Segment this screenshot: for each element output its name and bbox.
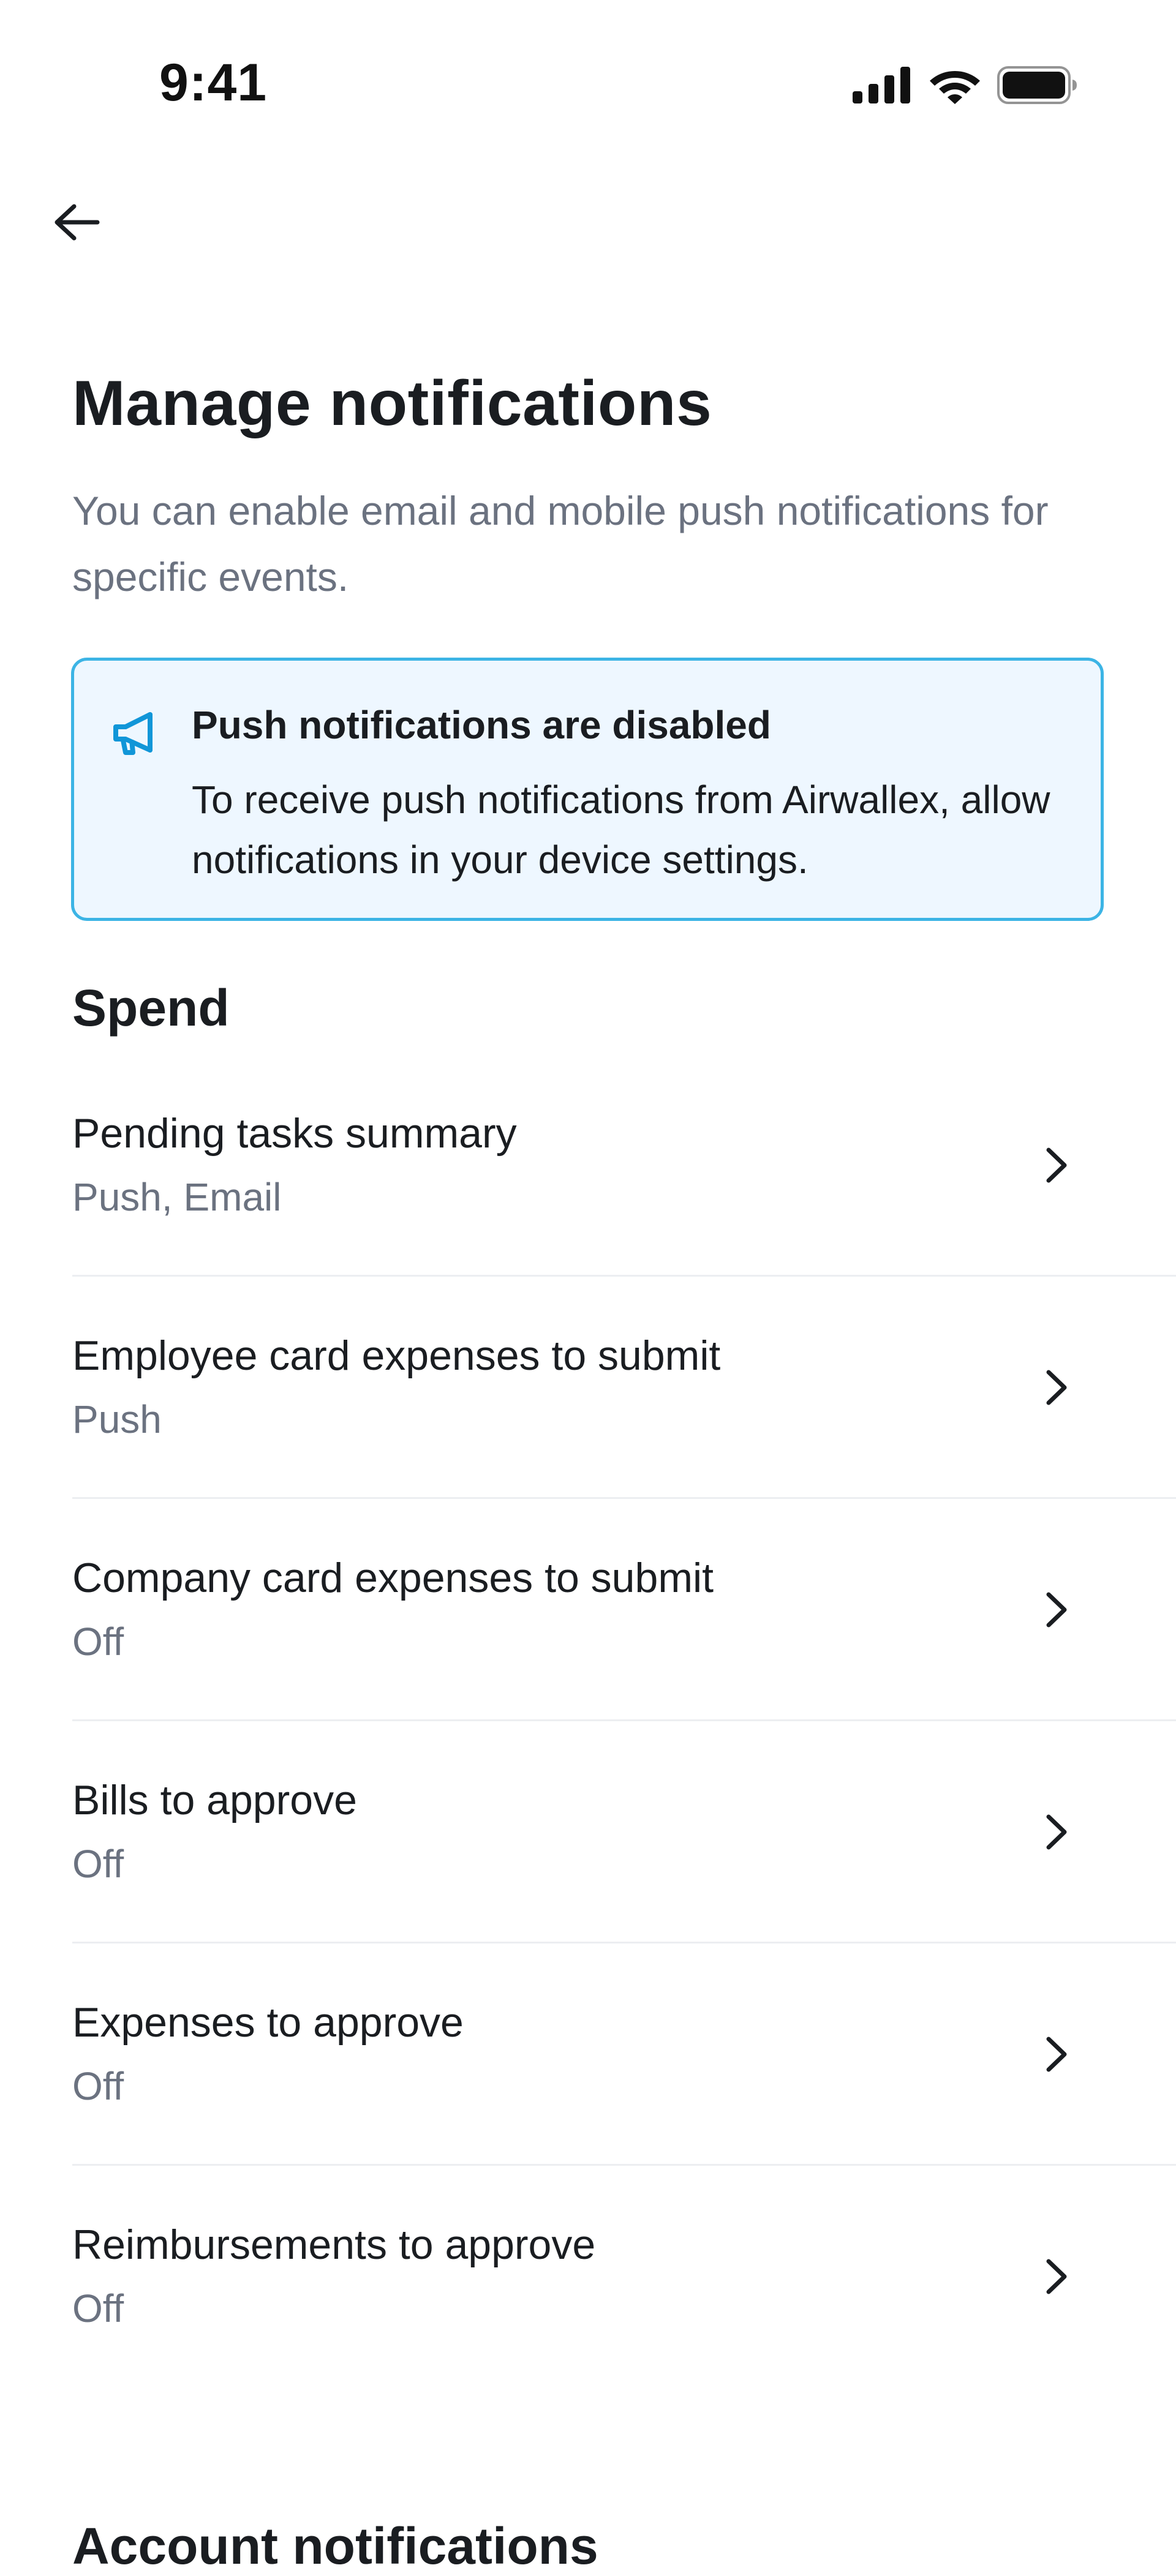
list-item-reimbursements-to-approve[interactable]: Reimbursements to approve Off [0,2166,1176,2388]
cellular-signal-icon [853,67,913,103]
list-item-employee-card-expenses[interactable]: Employee card expenses to submit Push [0,1277,1176,1499]
section-heading-spend: Spend [72,979,230,1037]
page-description: You can enable email and mobile push not… [72,488,1049,599]
item-title: Expenses to approve [72,1999,464,2046]
chevron-right-icon [1041,2256,1072,2297]
megaphone-icon [107,706,162,761]
list-item-bills-to-approve[interactable]: Bills to approve Off [0,1721,1176,1943]
spend-notification-list: Pending tasks summary Push, Email Employ… [0,1054,1176,2388]
item-status: Off [72,2286,124,2330]
item-title: Bills to approve [72,1777,357,1823]
item-title: Company card expenses to submit [72,1555,714,1601]
battery-icon [997,66,1078,104]
banner-text: To receive push notifications from Airwa… [192,778,1050,882]
list-item-pending-tasks-summary[interactable]: Pending tasks summary Push, Email [0,1054,1176,1277]
wifi-icon [929,66,981,104]
list-item-company-card-expenses[interactable]: Company card expenses to submit Off [0,1499,1176,1721]
item-status: Push [72,1397,162,1441]
chevron-right-icon [1041,1145,1072,1185]
push-disabled-banner: Push notifications are disabled To recei… [71,658,1104,921]
item-status: Off [72,1620,124,1664]
item-title: Employee card expenses to submit [72,1332,721,1379]
banner-title: Push notifications are disabled [192,703,771,747]
arrow-left-icon [52,203,101,245]
status-bar: 9:41 [0,0,1176,153]
item-status: Off [72,1842,124,1886]
back-button[interactable] [49,196,104,251]
section-heading-account-notifications: Account notifications [72,2517,598,2575]
chevron-right-icon [1041,1590,1072,1630]
item-status: Push, Email [72,1175,282,1219]
item-title: Pending tasks summary [72,1110,517,1157]
chevron-right-icon [1041,1812,1072,1852]
item-title: Reimbursements to approve [72,2221,596,2268]
list-item-expenses-to-approve[interactable]: Expenses to approve Off [0,1943,1176,2166]
status-icons [853,66,1078,104]
status-time: 9:41 [159,53,268,112]
chevron-right-icon [1041,2034,1072,2075]
item-status: Off [72,2064,124,2108]
page-title: Manage notifications [72,368,712,439]
chevron-right-icon [1041,1367,1072,1408]
